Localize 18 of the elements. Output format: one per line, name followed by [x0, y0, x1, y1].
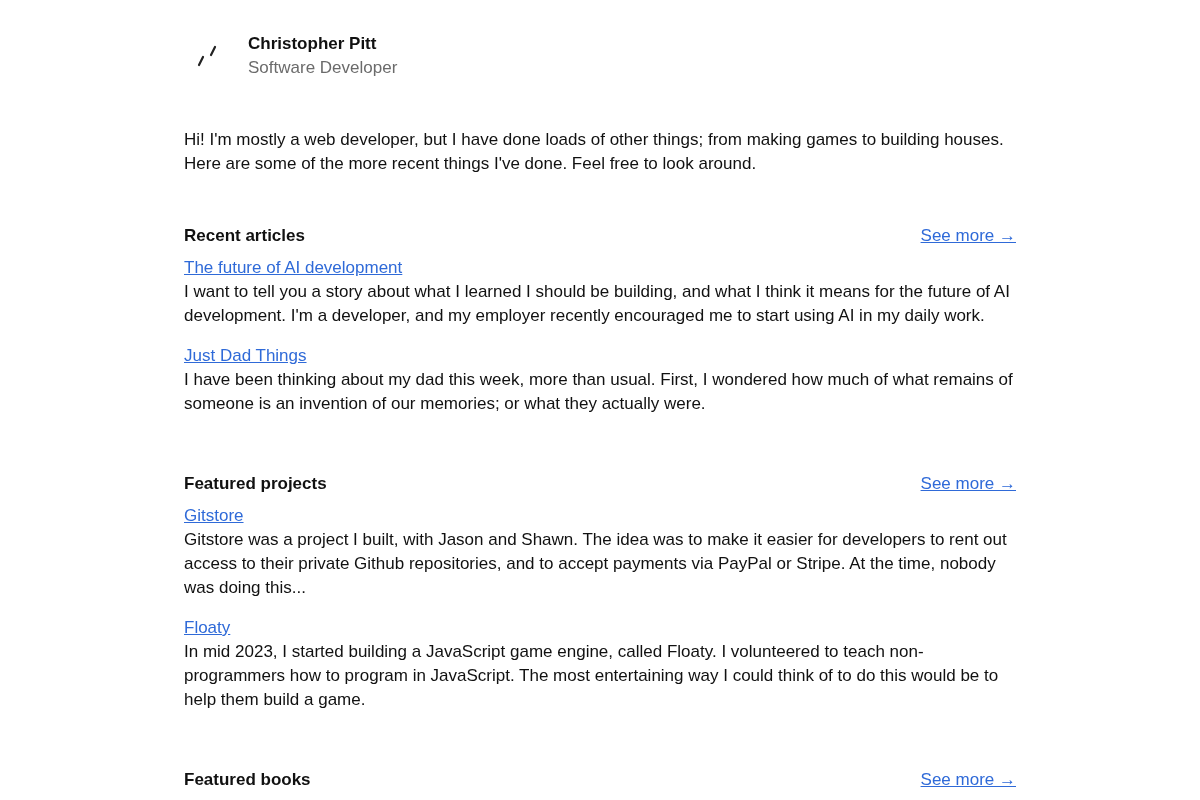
see-more-link[interactable]: See more →	[920, 768, 1016, 792]
item-summary: In mid 2023, I started building a JavaScript game engine, called Floaty. I volunteered to teach non-programmers how to program in JavaScript. The most entertaining way I could think of to do this would be to help them build a game.	[184, 641, 1000, 711]
section-heading: Recent articles	[184, 225, 305, 247]
author-role: Software Developer	[248, 57, 398, 79]
item-title-link[interactable]: Gitstore	[184, 504, 244, 528]
item-title-link[interactable]: Just Dad Things	[184, 344, 307, 368]
see-more-link[interactable]: See more →	[920, 224, 1016, 248]
logo-icon	[197, 45, 219, 67]
intro-text: Hi! I'm mostly a web developer, but I have done loads of other things; from making games to building houses. Here are some of the more recent things I've done. Feel free to look around.	[184, 129, 1005, 175]
item-summary: Gitstore was a project I built, with Jason and Shawn. The idea was to make it easier for developers to rent out access to their private Github repositories, and to accept payments via PayPal or Stripe. At the time, nobody was doing this...	[184, 529, 1008, 599]
section-heading: Featured books	[184, 769, 311, 791]
item-title-link[interactable]: Floaty	[184, 616, 231, 640]
author-name: Christopher Pitt	[248, 33, 378, 55]
item-summary: I have been thinking about my dad this week, more than usual. First, I wondered how much of what remains of someone is an invention of our memories; or what they actually were.	[184, 369, 1014, 415]
item-summary: I want to tell you a story about what I learned I should be building, and what I think it means for the future of AI development. I'm a developer, and my employer recently encouraged me to start using AI in my daily work.	[184, 281, 1011, 327]
see-more-link[interactable]: See more →	[920, 472, 1016, 496]
item-title-link[interactable]: The future of AI development	[184, 256, 403, 280]
section-heading: Featured projects	[184, 473, 327, 495]
